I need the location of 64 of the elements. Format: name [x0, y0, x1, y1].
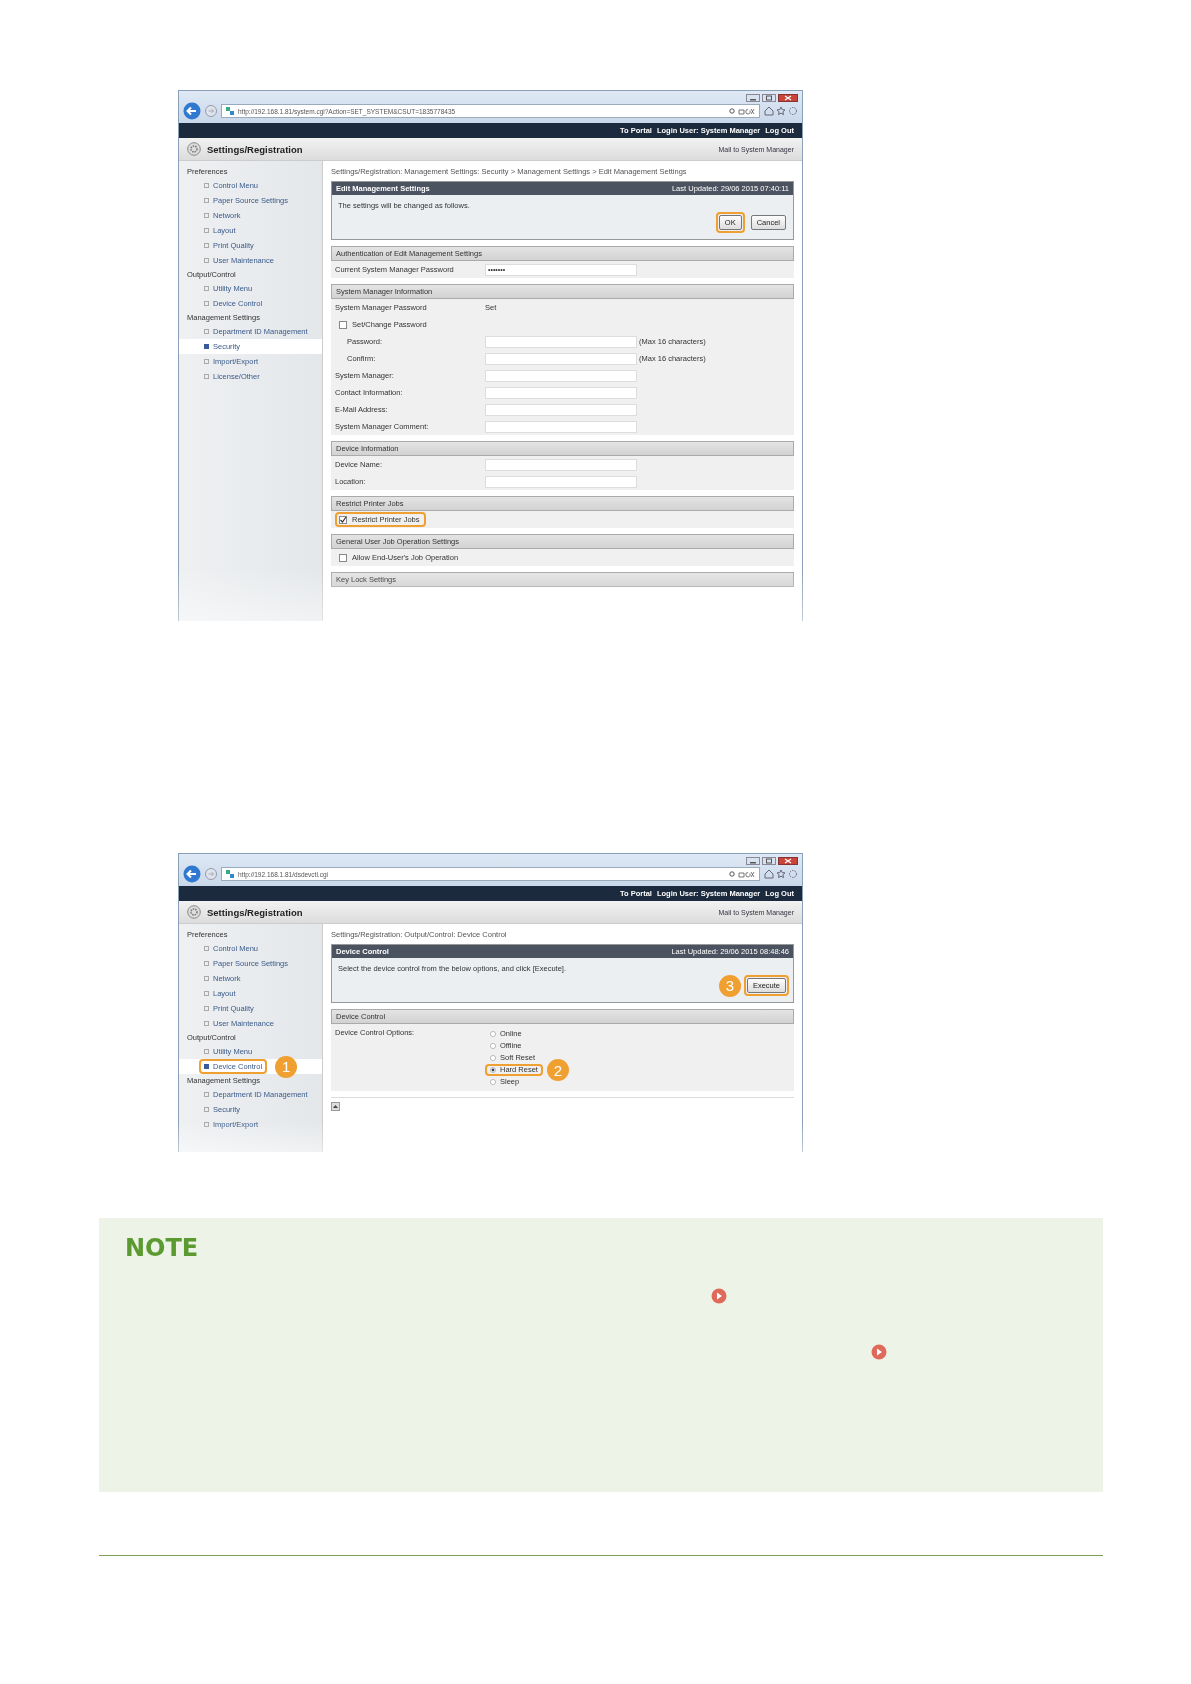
square-bullet-icon	[204, 213, 209, 218]
square-bullet-icon	[204, 301, 209, 306]
close-icon[interactable]	[778, 857, 798, 865]
toolbar-icons[interactable]	[764, 106, 798, 116]
maximize-icon[interactable]	[762, 94, 776, 102]
step-number: 3	[718, 974, 741, 997]
settings-icon	[187, 142, 201, 156]
square-bullet-icon	[204, 1122, 209, 1127]
square-bullet-icon	[204, 946, 209, 951]
toolbar-icons[interactable]	[764, 869, 798, 879]
square-bullet-icon	[204, 1049, 209, 1054]
note-title: NOTE	[124, 1233, 200, 1262]
close-icon[interactable]	[778, 94, 798, 102]
radio-icon[interactable]	[490, 1079, 496, 1085]
square-bullet-icon	[204, 961, 209, 966]
page-top-icon[interactable]	[331, 1102, 340, 1111]
app-title: Settings/Registration	[207, 143, 304, 155]
square-bullet-icon	[204, 258, 209, 263]
maximize-icon[interactable]	[762, 857, 776, 865]
forward-icon[interactable]	[205, 868, 217, 880]
square-bullet-icon	[204, 1107, 209, 1112]
step-number: 2	[546, 1059, 569, 1081]
back-icon[interactable]	[183, 865, 201, 883]
square-bullet-icon	[204, 344, 209, 349]
page-icon	[226, 107, 234, 115]
square-bullet-icon	[204, 374, 209, 379]
step-number: 1	[275, 1055, 298, 1078]
square-bullet-icon	[204, 243, 209, 248]
radio-icon[interactable]	[490, 1055, 496, 1061]
square-bullet-icon	[204, 198, 209, 203]
square-bullet-icon	[204, 1021, 209, 1026]
input-field[interactable]	[485, 335, 637, 348]
settings-icon	[187, 905, 201, 919]
address-bar-icons[interactable]	[729, 870, 755, 878]
square-bullet-icon	[204, 976, 209, 981]
input-field[interactable]	[485, 352, 637, 365]
checkbox-icon[interactable]	[339, 515, 347, 524]
forward-icon[interactable]	[205, 105, 217, 117]
square-bullet-icon	[204, 1064, 209, 1069]
input-field[interactable]	[485, 403, 637, 416]
page-icon	[226, 870, 234, 878]
square-bullet-icon	[204, 329, 209, 334]
checkbox-icon[interactable]	[339, 553, 347, 562]
back-icon[interactable]	[183, 102, 201, 120]
square-bullet-icon	[204, 1006, 209, 1011]
input-field[interactable]	[485, 369, 637, 382]
square-bullet-icon	[204, 286, 209, 291]
square-bullet-icon	[204, 183, 209, 188]
square-bullet-icon	[204, 228, 209, 233]
radio-icon[interactable]	[490, 1067, 496, 1073]
square-bullet-icon	[204, 359, 209, 364]
app-title: Settings/Registration	[207, 906, 304, 918]
square-bullet-icon	[204, 991, 209, 996]
minimize-icon[interactable]	[746, 857, 760, 865]
input-field[interactable]	[485, 420, 637, 433]
radio-icon[interactable]	[490, 1043, 496, 1049]
minimize-icon[interactable]	[746, 94, 760, 102]
input-field[interactable]	[485, 458, 637, 471]
checkbox-icon[interactable]	[339, 320, 347, 329]
square-bullet-icon	[204, 1092, 209, 1097]
input-field[interactable]	[485, 386, 637, 399]
input-field[interactable]	[485, 475, 637, 488]
address-bar-icons[interactable]	[729, 107, 755, 115]
radio-icon[interactable]	[490, 1031, 496, 1037]
